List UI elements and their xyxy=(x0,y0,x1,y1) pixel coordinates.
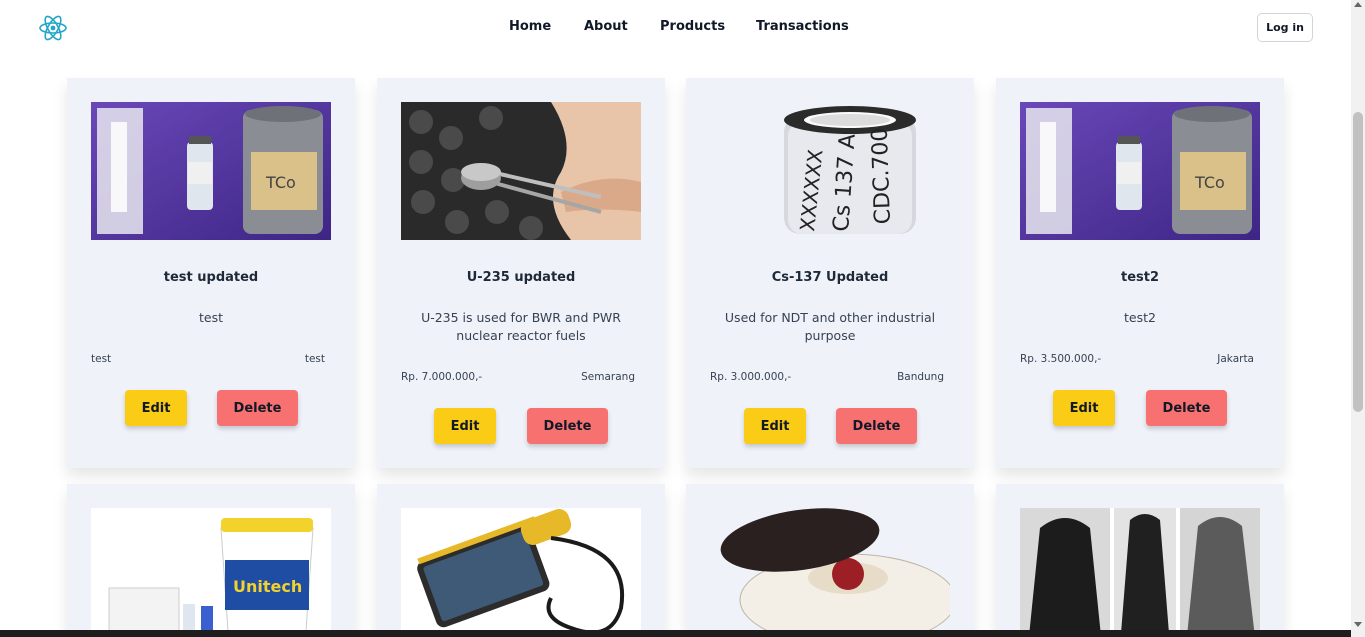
product-card: U-235 updated U-235 is used for BWR and … xyxy=(377,78,665,468)
page-scrollbar[interactable] xyxy=(1351,0,1365,637)
delete-button[interactable]: Delete xyxy=(1146,390,1227,426)
product-image xyxy=(401,102,641,240)
product-image: TCo xyxy=(91,102,331,240)
product-price: Rp. 7.000.000,- xyxy=(401,371,483,383)
product-image: XXXXXX Cs 137 A CDC.700 xyxy=(710,102,950,240)
edit-button[interactable]: Edit xyxy=(434,408,496,444)
delete-button[interactable]: Delete xyxy=(527,408,608,444)
product-image xyxy=(1020,508,1260,637)
nav-link-home[interactable]: Home xyxy=(509,19,551,34)
product-card xyxy=(377,484,665,637)
product-card: TCo test updated test test test Edit Del… xyxy=(67,78,355,468)
delete-button[interactable]: Delete xyxy=(217,390,298,426)
edit-button[interactable]: Edit xyxy=(125,390,187,426)
nav-link-about[interactable]: About xyxy=(584,19,628,34)
product-card: Unitech xyxy=(67,484,355,637)
delete-button[interactable]: Delete xyxy=(836,408,917,444)
svg-text:TCo: TCo xyxy=(1194,173,1225,192)
scroll-up-arrow-icon[interactable] xyxy=(1354,2,1362,7)
product-card: TCo test2 test2 Rp. 3.500.000,- Jakarta … xyxy=(996,78,1284,468)
nav-link-products[interactable]: Products xyxy=(660,19,725,34)
top-navbar: Home About Products Transactions Log in xyxy=(0,0,1351,56)
product-card xyxy=(996,484,1284,637)
login-button[interactable]: Log in xyxy=(1257,13,1313,42)
product-price: test xyxy=(91,353,112,365)
product-description: Used for NDT and other industrial purpos… xyxy=(724,310,936,343)
product-description: test2 xyxy=(1124,310,1156,325)
product-image xyxy=(401,508,641,637)
scroll-down-arrow-icon[interactable] xyxy=(1354,622,1362,627)
svg-text:TCo: TCo xyxy=(265,173,296,192)
product-description: test xyxy=(198,310,223,325)
product-image: Unitech xyxy=(91,508,331,637)
product-card: XXXXXX Cs 137 A CDC.700 Cs-137 Updated U… xyxy=(686,78,974,468)
product-card xyxy=(686,484,974,637)
svg-text:Unitech: Unitech xyxy=(233,577,302,596)
scrollbar-thumb[interactable] xyxy=(1353,112,1363,412)
product-title: test2 xyxy=(1120,270,1160,285)
svg-text:CDC.700: CDC.700 xyxy=(868,127,896,224)
edit-button[interactable]: Edit xyxy=(1053,390,1115,426)
product-title: test updated xyxy=(163,270,259,285)
product-title: U-235 updated xyxy=(466,270,576,285)
product-location: Semarang xyxy=(581,371,635,383)
nav-link-transactions[interactable]: Transactions xyxy=(756,19,849,34)
os-taskbar xyxy=(0,630,1351,637)
product-price: Rp. 3.500.000,- xyxy=(1020,353,1102,365)
product-location: Jakarta xyxy=(1217,353,1254,365)
product-price: Rp. 3.000.000,- xyxy=(710,371,792,383)
product-description: U-235 is used for BWR and PWR nuclear re… xyxy=(421,310,621,343)
main-nav: Home About Products Transactions xyxy=(0,0,1351,56)
product-image xyxy=(710,508,950,637)
product-title: Cs-137 Updated xyxy=(771,270,889,285)
edit-button[interactable]: Edit xyxy=(744,408,806,444)
product-image: TCo xyxy=(1020,102,1260,240)
product-location: test xyxy=(304,353,325,365)
product-location: Bandung xyxy=(897,371,944,383)
